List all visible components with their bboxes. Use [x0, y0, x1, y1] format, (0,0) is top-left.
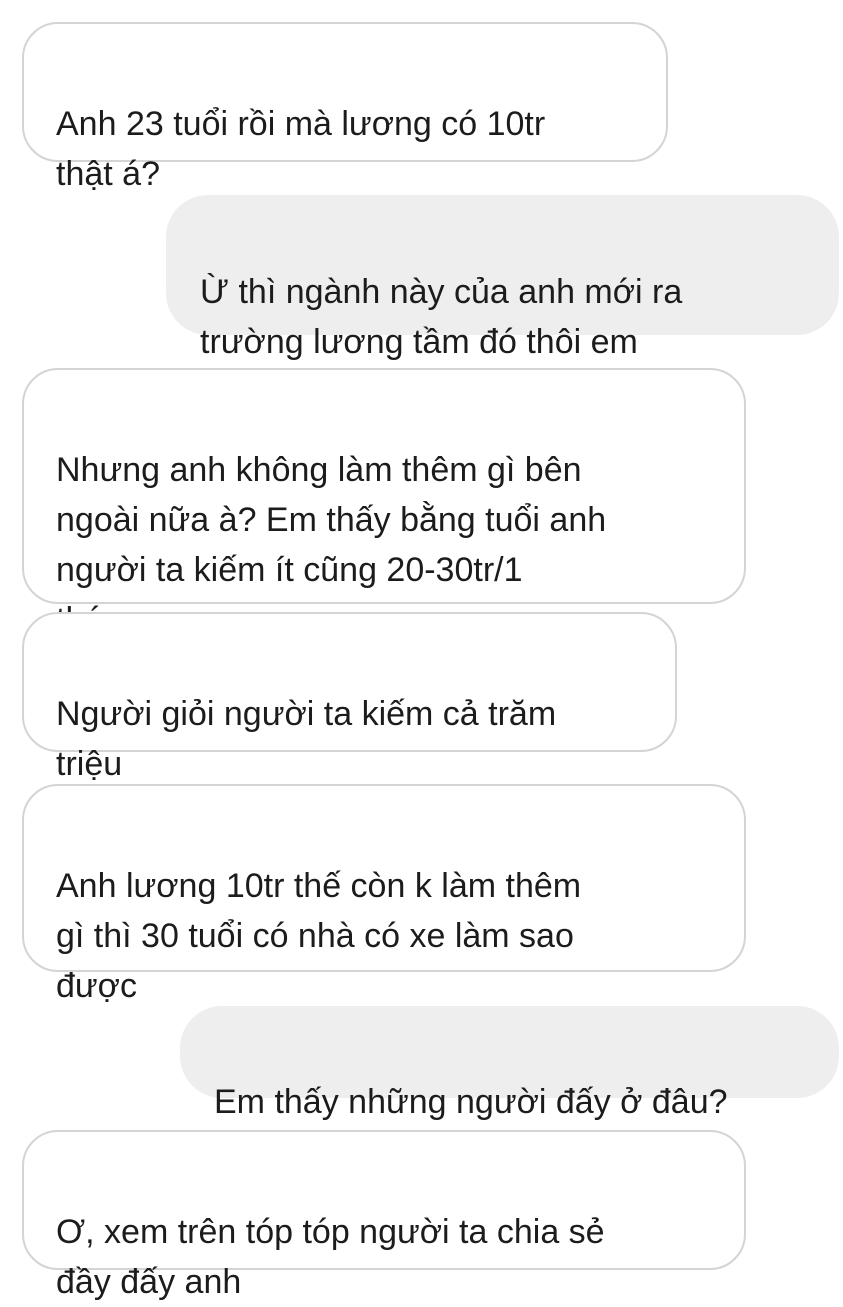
incoming-message: Ơ, xem trên tóp tóp người ta chia sẻ đầy…	[22, 1130, 746, 1301]
message-text: Người giỏi người ta kiếm cả trăm triệu	[56, 695, 557, 783]
chat-thread: Anh 23 tuổi rồi mà lương có 10tr thật á?…	[0, 0, 843, 1304]
incoming-message: Nhưng anh không làm thêm gì bên ngoài nữ…	[22, 368, 746, 639]
outgoing-message: Ừ thì ngành này của anh mới ra trường lư…	[166, 195, 839, 361]
incoming-message: Anh lương 10tr thế còn k làm thêm gì thì…	[22, 784, 746, 1005]
message-text: Ơ, xem trên tóp tóp người ta chia sẻ đầy…	[56, 1213, 605, 1301]
message-text: Ừ thì ngành này của anh mới ra trường lư…	[200, 273, 683, 361]
outgoing-message: Em thấy những người đấy ở đâu?	[180, 1006, 839, 1121]
message-text: Em thấy những người đấy ở đâu?	[214, 1083, 728, 1121]
incoming-message: Anh 23 tuổi rồi mà lương có 10tr thật á?	[22, 22, 668, 193]
message-text: Anh lương 10tr thế còn k làm thêm gì thì…	[56, 867, 582, 1005]
message-text: Nhưng anh không làm thêm gì bên ngoài nữ…	[56, 451, 607, 639]
incoming-message: Người giỏi người ta kiếm cả trăm triệu	[22, 612, 677, 783]
message-text: Anh 23 tuổi rồi mà lương có 10tr thật á?	[56, 105, 546, 193]
